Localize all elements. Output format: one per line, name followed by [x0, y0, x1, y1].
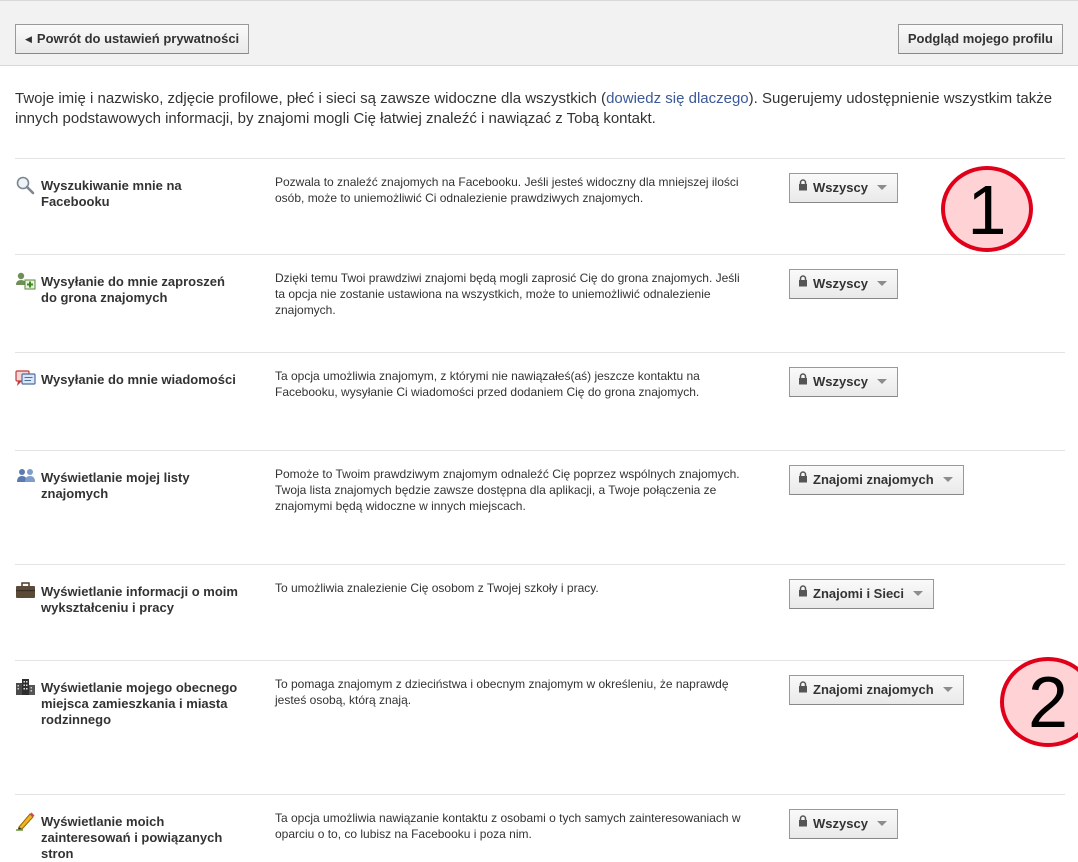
chevron-down-icon [876, 185, 887, 190]
setting-label: Wyświetlanie informacji o moim wykształc… [41, 584, 238, 615]
chevron-down-icon [876, 379, 887, 384]
setting-row-messages: Wysyłanie do mnie wiadomości Ta opcja um… [15, 352, 1065, 450]
setting-label: Wyszukiwanie mnie na Facebooku [41, 178, 182, 209]
lock-icon [798, 579, 808, 607]
setting-label: Wysyłanie do mnie zaproszeń do grona zna… [41, 274, 225, 305]
setting-label: Wyświetlanie mojej listy znajomych [41, 470, 190, 501]
lock-icon [798, 367, 808, 395]
intro-text: Twoje imię i nazwisko, zdjęcie profilowe… [15, 89, 1065, 129]
pencil-icon [15, 811, 37, 831]
setting-description: Pozwala to znaleźć znajomych na Facebook… [275, 175, 739, 205]
briefcase-icon [15, 581, 37, 601]
setting-description: Dzięki temu Twoi prawdziwi znajomi będą … [275, 271, 740, 317]
audience-selector[interactable]: Wszyscy [789, 367, 898, 397]
chevron-down-icon [942, 687, 953, 692]
audience-selector[interactable]: Wszyscy [789, 269, 898, 299]
lock-icon [798, 173, 808, 201]
chevron-left-icon: ◀ [25, 34, 32, 44]
audience-value: Wszyscy [813, 276, 868, 291]
setting-row-friend-requests: Wysyłanie do mnie zaproszeń do grona zna… [15, 254, 1065, 352]
add-friend-icon [15, 271, 37, 291]
setting-description: Ta opcja umożliwia znajomym, z którymi n… [275, 369, 700, 399]
audience-value: Znajomi znajomych [813, 682, 934, 697]
audience-selector[interactable]: Znajomi znajomych [789, 675, 964, 705]
setting-label: Wyświetlanie moich zainteresowań i powią… [41, 814, 223, 861]
lock-icon [798, 809, 808, 837]
back-button-label: Powrót do ustawień prywatności [36, 31, 240, 46]
audience-selector[interactable]: Wszyscy [789, 173, 898, 203]
setting-row-location: Wyświetlanie mojego obecnego miejsca zam… [15, 660, 1065, 794]
chevron-down-icon [876, 281, 887, 286]
annotation-marker-1: 1 [941, 166, 1033, 252]
preview-profile-button[interactable]: Podgląd mojego profilu [897, 24, 1063, 54]
audience-selector[interactable]: Znajomi i Sieci [789, 579, 935, 609]
intro-text-start: Twoje imię i nazwisko, zdjęcie profilowe… [15, 90, 607, 107]
chevron-down-icon [913, 591, 924, 596]
lock-icon [798, 269, 808, 297]
setting-row-friends-list: Wyświetlanie mojej listy znajomych Pomoż… [15, 450, 1065, 564]
setting-row-search: Wyszukiwanie mnie na Facebooku Pozwala t… [15, 158, 1065, 254]
lock-icon [798, 465, 808, 493]
setting-description: To umożliwia znalezienie Cię osobom z Tw… [275, 581, 599, 595]
setting-description: Pomoże to Twoim prawdziwym znajomym odna… [275, 467, 740, 513]
setting-label: Wysyłanie do mnie wiadomości [41, 372, 236, 387]
friends-list-icon [15, 467, 37, 487]
setting-label: Wyświetlanie mojego obecnego miejsca zam… [41, 680, 238, 727]
audience-selector[interactable]: Wszyscy [789, 809, 898, 839]
audience-value: Wszyscy [813, 374, 868, 389]
audience-value: Wszyscy [813, 180, 868, 195]
audience-selector[interactable]: Znajomi znajomych [789, 465, 964, 495]
chevron-down-icon [942, 477, 953, 482]
city-icon [15, 677, 37, 697]
chevron-down-icon [876, 821, 887, 826]
top-toolbar: ◀ Powrót do ustawień prywatności Podgląd … [0, 0, 1078, 66]
setting-description: Ta opcja umożliwia nawiązanie kontaktu z… [275, 811, 741, 841]
lock-icon [798, 675, 808, 703]
learn-why-link[interactable]: dowiedz się dlaczego [606, 90, 749, 107]
back-to-privacy-settings-button[interactable]: ◀ Powrót do ustawień prywatności [15, 24, 250, 54]
setting-row-education-work: Wyświetlanie informacji o moim wykształc… [15, 564, 1065, 660]
message-icon [15, 369, 37, 389]
audience-value: Wszyscy [813, 816, 868, 831]
audience-value: Znajomi znajomych [813, 472, 934, 487]
magnifier-icon [15, 175, 37, 195]
audience-value: Znajomi i Sieci [813, 586, 905, 601]
setting-description: To pomaga znajomym z dzieciństwa i obecn… [275, 677, 729, 707]
setting-row-interests: Wyświetlanie moich zainteresowań i powią… [15, 794, 1065, 861]
